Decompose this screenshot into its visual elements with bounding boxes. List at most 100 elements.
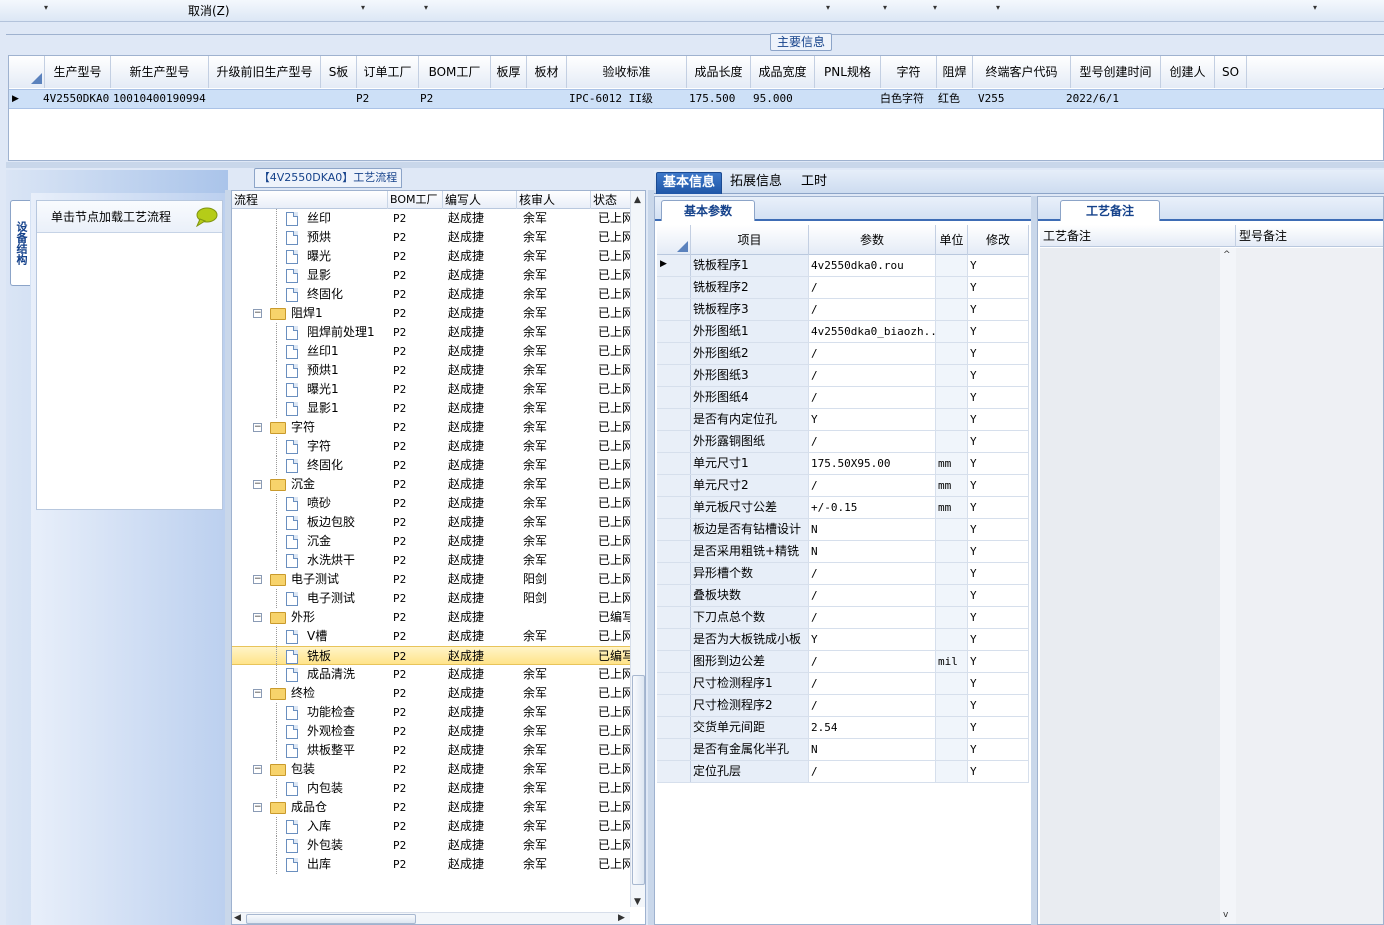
status-cell[interactable]: 已上网	[598, 361, 630, 380]
row-selector[interactable]	[657, 343, 691, 364]
param-item-cell[interactable]: 铣板程序2	[691, 277, 809, 298]
param-modify-cell[interactable]: Y	[968, 717, 1029, 738]
tree-row[interactable]: 阻焊前处理1 P2 赵成捷余军已上网	[232, 323, 630, 342]
tree-node-label[interactable]: 铣板	[307, 647, 387, 666]
param-row[interactable]: 交货单元间距 2.54 Y	[657, 717, 1029, 739]
param-unit-cell[interactable]	[936, 409, 968, 430]
writer-cell[interactable]: 赵成捷	[448, 722, 516, 741]
column-header[interactable]: BOM工厂	[419, 56, 491, 88]
reviewer-cell[interactable]: 余军	[523, 703, 589, 722]
column-header[interactable]: 项目	[691, 225, 809, 255]
table-cell[interactable]: 红色	[938, 90, 960, 108]
param-modify-cell[interactable]: Y	[968, 409, 1029, 430]
bom-factory-cell[interactable]: P2	[393, 665, 441, 684]
tree-row[interactable]: 电子测试 P2 赵成捷阳剑已上网	[232, 589, 630, 608]
bom-factory-cell[interactable]: P2	[393, 798, 441, 817]
param-modify-cell[interactable]: Y	[968, 475, 1029, 496]
tree-row[interactable]: 显影1 P2 赵成捷余军已上网	[232, 399, 630, 418]
status-cell[interactable]: 已上网	[598, 741, 630, 760]
writer-cell[interactable]: 赵成捷	[448, 798, 516, 817]
tree-row[interactable]: 字符 P2 赵成捷余军已上网	[232, 437, 630, 456]
param-value-cell[interactable]: /	[809, 475, 936, 496]
param-unit-cell[interactable]	[936, 629, 968, 650]
reviewer-cell[interactable]: 余军	[523, 855, 589, 874]
select-all-corner[interactable]	[9, 56, 45, 88]
writer-cell[interactable]: 赵成捷	[448, 494, 516, 513]
param-modify-cell[interactable]: Y	[968, 607, 1029, 628]
table-cell[interactable]: 2022/6/1	[1066, 90, 1119, 108]
param-unit-cell[interactable]: mm	[936, 475, 968, 496]
writer-cell[interactable]: 赵成捷	[448, 551, 516, 570]
param-value-cell[interactable]: /	[809, 563, 936, 584]
status-cell[interactable]: 已上网	[598, 228, 630, 247]
param-row[interactable]: 外形图纸2/ Y	[657, 343, 1029, 365]
tab-process-remarks[interactable]: 工艺备注	[1060, 200, 1160, 221]
param-value-cell[interactable]: 175.50X95.00	[809, 453, 936, 474]
column-header[interactable]: PNL规格	[815, 56, 881, 88]
writer-cell[interactable]: 赵成捷	[448, 418, 516, 437]
scroll-right-icon[interactable]: ▶	[618, 913, 625, 923]
writer-cell[interactable]: 赵成捷	[448, 228, 516, 247]
tree-node-label[interactable]: 成品仓	[291, 798, 387, 817]
collapse-toggle-icon[interactable]: −	[253, 423, 262, 432]
tree-node-label[interactable]: 出库	[307, 855, 387, 874]
param-unit-cell[interactable]	[936, 321, 968, 342]
tab-work-hours[interactable]: 工时	[792, 172, 836, 194]
param-row[interactable]: 是否为大板铣成小板 Y Y	[657, 629, 1029, 651]
table-cell[interactable]: 白色字符	[880, 90, 924, 108]
status-cell[interactable]: 已编写	[598, 608, 630, 627]
status-cell[interactable]: 已上网	[598, 855, 630, 874]
writer-cell[interactable]: 赵成捷	[448, 456, 516, 475]
status-cell[interactable]: 已上网	[598, 532, 630, 551]
reviewer-cell[interactable]: 余军	[523, 475, 589, 494]
param-row[interactable]: 外形图纸1 4v2550dka0_biaozh... Y	[657, 321, 1029, 343]
tree-row[interactable]: 烘板整平 P2 赵成捷余军已上网	[232, 741, 630, 760]
row-selector[interactable]	[657, 629, 691, 650]
tree-node-label[interactable]: 丝印	[307, 209, 387, 228]
column-header[interactable]: 流程	[232, 191, 388, 209]
status-cell[interactable]: 已上网	[598, 722, 630, 741]
status-cell[interactable]: 已上网	[598, 513, 630, 532]
status-cell[interactable]: 已上网	[598, 703, 630, 722]
reviewer-cell[interactable]: 余军	[523, 494, 589, 513]
tree-row[interactable]: − 字符 P2 赵成捷余军已上网	[232, 418, 630, 437]
table-cell[interactable]: P2	[356, 90, 369, 108]
status-cell[interactable]: 已上网	[598, 266, 630, 285]
param-modify-cell[interactable]: Y	[968, 387, 1029, 408]
param-value-cell[interactable]: /	[809, 695, 936, 716]
row-selector[interactable]	[657, 607, 691, 628]
reviewer-cell[interactable]: 余军	[523, 247, 589, 266]
param-row[interactable]: 外形露铜图纸 / Y	[657, 431, 1029, 453]
writer-cell[interactable]: 赵成捷	[448, 741, 516, 760]
param-row[interactable]: 定位孔层 / Y	[657, 761, 1029, 783]
row-selector[interactable]	[657, 299, 691, 320]
bom-factory-cell[interactable]: P2	[393, 551, 441, 570]
tree-node-label[interactable]: 内包装	[307, 779, 387, 798]
bom-factory-cell[interactable]: P2	[393, 855, 441, 874]
writer-cell[interactable]: 赵成捷	[448, 627, 516, 646]
row-selector[interactable]	[657, 321, 691, 342]
column-header[interactable]: 编写人	[443, 191, 517, 209]
tree-row[interactable]: 喷砂 P2 赵成捷余军已上网	[232, 494, 630, 513]
tree-row[interactable]: 预烘1 P2 赵成捷余军已上网	[232, 361, 630, 380]
row-selector[interactable]	[657, 519, 691, 540]
column-header[interactable]: 升级前旧生产型号	[209, 56, 321, 88]
tree-node-label[interactable]: 外观检查	[307, 722, 387, 741]
status-cell[interactable]: 已上网	[598, 209, 630, 228]
param-unit-cell[interactable]	[936, 717, 968, 738]
param-modify-cell[interactable]: Y	[968, 497, 1029, 518]
column-header[interactable]: 创建人	[1161, 56, 1215, 88]
reviewer-cell[interactable]: 余军	[523, 779, 589, 798]
vertical-scrollbar[interactable]: ^ v	[1220, 248, 1236, 924]
row-selector[interactable]	[657, 739, 691, 760]
collapse-toggle-icon[interactable]: −	[253, 480, 262, 489]
column-header[interactable]: 新生产型号	[111, 56, 209, 88]
param-modify-cell[interactable]: Y	[968, 321, 1029, 342]
tree-row[interactable]: 曝光 P2 赵成捷余军已上网	[232, 247, 630, 266]
param-value-cell[interactable]: 4v2550dka0_biaozh...	[809, 321, 936, 342]
collapse-toggle-icon[interactable]: −	[253, 575, 262, 584]
row-selector[interactable]	[657, 387, 691, 408]
param-unit-cell[interactable]	[936, 299, 968, 320]
writer-cell[interactable]: 赵成捷	[448, 760, 516, 779]
tab-basic-params[interactable]: 基本参数	[661, 200, 755, 221]
